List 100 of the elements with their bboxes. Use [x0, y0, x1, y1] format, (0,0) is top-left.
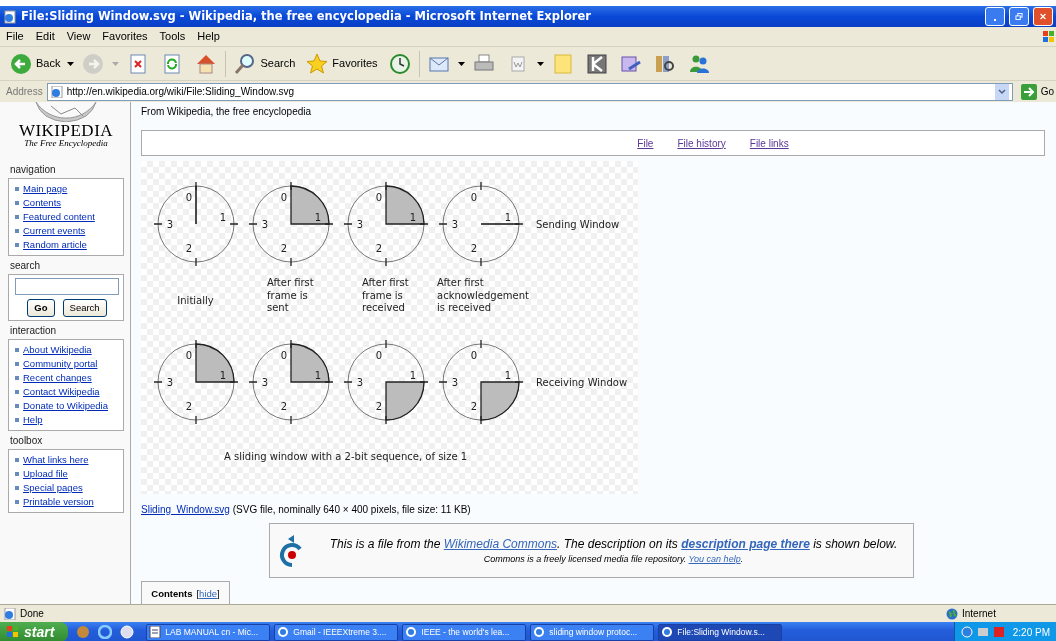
dial-number: 0 [185, 350, 192, 361]
go-button[interactable]: Go [1016, 83, 1054, 100]
back-icon [9, 51, 33, 76]
menu-item[interactable]: Edit [29, 28, 61, 45]
bullet-icon [15, 390, 19, 395]
sidebar-link[interactable]: Featured content [23, 210, 95, 224]
taskbar-button[interactable]: IEEE - the world's lea... [402, 623, 527, 641]
dial-number: 1 [504, 212, 511, 223]
tray-icon[interactable] [976, 626, 989, 638]
minimize-button[interactable] [985, 7, 1005, 26]
dial-number: 2 [470, 401, 477, 412]
restore-button[interactable] [1009, 7, 1029, 26]
sidebar-link[interactable]: Contents [23, 196, 62, 210]
dial-number: 0 [280, 192, 287, 203]
sidebar-link[interactable]: Special pages [23, 481, 83, 496]
taskbar-button[interactable]: sliding window protoc... [530, 623, 655, 641]
dial-number: 1 [314, 212, 321, 223]
zone-text: Internet [962, 607, 997, 621]
caption: After first frame is received [361, 277, 410, 315]
star-button[interactable]: Favorites [302, 51, 381, 76]
dial-number: 1 [219, 212, 226, 223]
dial-number: 2 [470, 243, 477, 254]
page-icon [50, 85, 63, 98]
logo-tagline: The Free Encyclopedia [24, 139, 108, 148]
sidebar-link[interactable]: Recent changes [23, 371, 92, 386]
address-label: Address [6, 85, 43, 99]
taskbar-button[interactable]: LAB MANUAL cn - Mic... [146, 623, 271, 641]
window-title: File:Sliding Window.svg - Wikipedia, the free encyclopedia - Microsoft Internet Explorer [21, 7, 592, 25]
search-button[interactable]: Search [230, 51, 299, 76]
windows-flag-icon [1042, 28, 1056, 45]
browser-icon [405, 626, 418, 638]
dial-number: 0 [280, 350, 287, 361]
back-button[interactable]: Back [6, 51, 64, 76]
dial-number: 3 [356, 377, 363, 388]
notice-subtext: Commons is a freely licensed media file repository. You can help. [482, 552, 745, 566]
windows-flag-icon [6, 625, 20, 639]
dial-number: 0 [375, 192, 382, 203]
bullet-icon [15, 376, 19, 381]
file-tab[interactable]: File links [749, 135, 789, 151]
bullet-icon [15, 362, 19, 367]
browser-icon [533, 626, 546, 638]
bullet-icon [15, 472, 19, 477]
sidebar-link[interactable]: About Wikipedia [23, 343, 92, 358]
menu-item[interactable]: File [0, 28, 30, 45]
sidebar-link[interactable]: Main page [23, 182, 68, 196]
quick-launch-icon[interactable] [76, 625, 91, 639]
file-tab[interactable]: File history [677, 135, 726, 151]
file-tab[interactable]: File [637, 135, 654, 151]
sidebar-link[interactable]: Current events [23, 224, 86, 238]
sidebar-link[interactable]: What links here [23, 453, 89, 468]
tray-icon[interactable] [960, 626, 973, 638]
bullet-icon [15, 348, 19, 353]
dial-number: 2 [375, 243, 382, 254]
portlet-heading: search [9, 259, 41, 273]
dial-number: 3 [451, 377, 458, 388]
taskbar-button[interactable]: Gmail - IEEEXtreme 3.... [274, 623, 399, 641]
sidebar-link[interactable]: Contact Wikipedia [23, 385, 100, 400]
caption: Initially [176, 294, 215, 308]
menu-item[interactable]: Favorites [96, 28, 154, 45]
dial-number: 0 [375, 350, 382, 361]
file-link[interactable]: Sliding_Window.svg [141, 504, 230, 515]
sidebar-link[interactable]: Community portal [23, 357, 98, 372]
dial-number: 3 [261, 219, 268, 230]
search-field[interactable] [15, 278, 119, 295]
taskbar-button[interactable]: File:Sliding Window.s... [658, 623, 783, 641]
figure-title: A sliding window with a 2-bit sequence, of size 1 [224, 450, 469, 464]
bullet-icon [15, 486, 19, 491]
row-label: Receiving Window [535, 375, 629, 390]
sidebar-link[interactable]: Random article [23, 238, 87, 252]
dial-number: 1 [504, 370, 511, 381]
dropdown-icon[interactable] [994, 83, 1009, 100]
menu-item[interactable]: View [60, 28, 97, 45]
sidebar-link[interactable]: Help [23, 413, 43, 428]
page-icon [4, 607, 16, 620]
bullet-icon [15, 458, 19, 463]
sidebar-link[interactable]: Upload file [23, 467, 68, 482]
browser-icon[interactable] [98, 625, 113, 639]
menu-item[interactable]: Tools [153, 28, 192, 45]
menu-item[interactable]: Help [191, 28, 226, 45]
link[interactable]: description page there [681, 536, 810, 551]
dial-number: 2 [185, 243, 192, 254]
address-field[interactable]: http://en.wikipedia.org/wiki/File:Sliding_Window.svg [46, 82, 1013, 101]
app-icon [584, 51, 609, 76]
search-button[interactable]: Search [62, 299, 107, 318]
bullet-icon [15, 243, 19, 247]
sidebar-link[interactable]: Donate to Wikipedia [23, 399, 109, 414]
contents-heading: Contents [hide] [151, 587, 220, 602]
dial-number: 0 [470, 350, 477, 361]
dial-number: 3 [451, 219, 458, 230]
star-icon [305, 51, 330, 76]
page-icon [3, 9, 17, 24]
start-button[interactable]: start [0, 622, 69, 641]
dial-number: 3 [166, 377, 173, 388]
close-button[interactable] [1033, 7, 1053, 26]
bullet-icon [15, 229, 19, 233]
dial-number: 3 [166, 219, 173, 230]
dial-number: 2 [375, 401, 382, 412]
dial-number: 2 [280, 243, 287, 254]
sidebar-link[interactable]: Printable version [23, 495, 94, 510]
go-button[interactable]: Go [27, 299, 55, 318]
